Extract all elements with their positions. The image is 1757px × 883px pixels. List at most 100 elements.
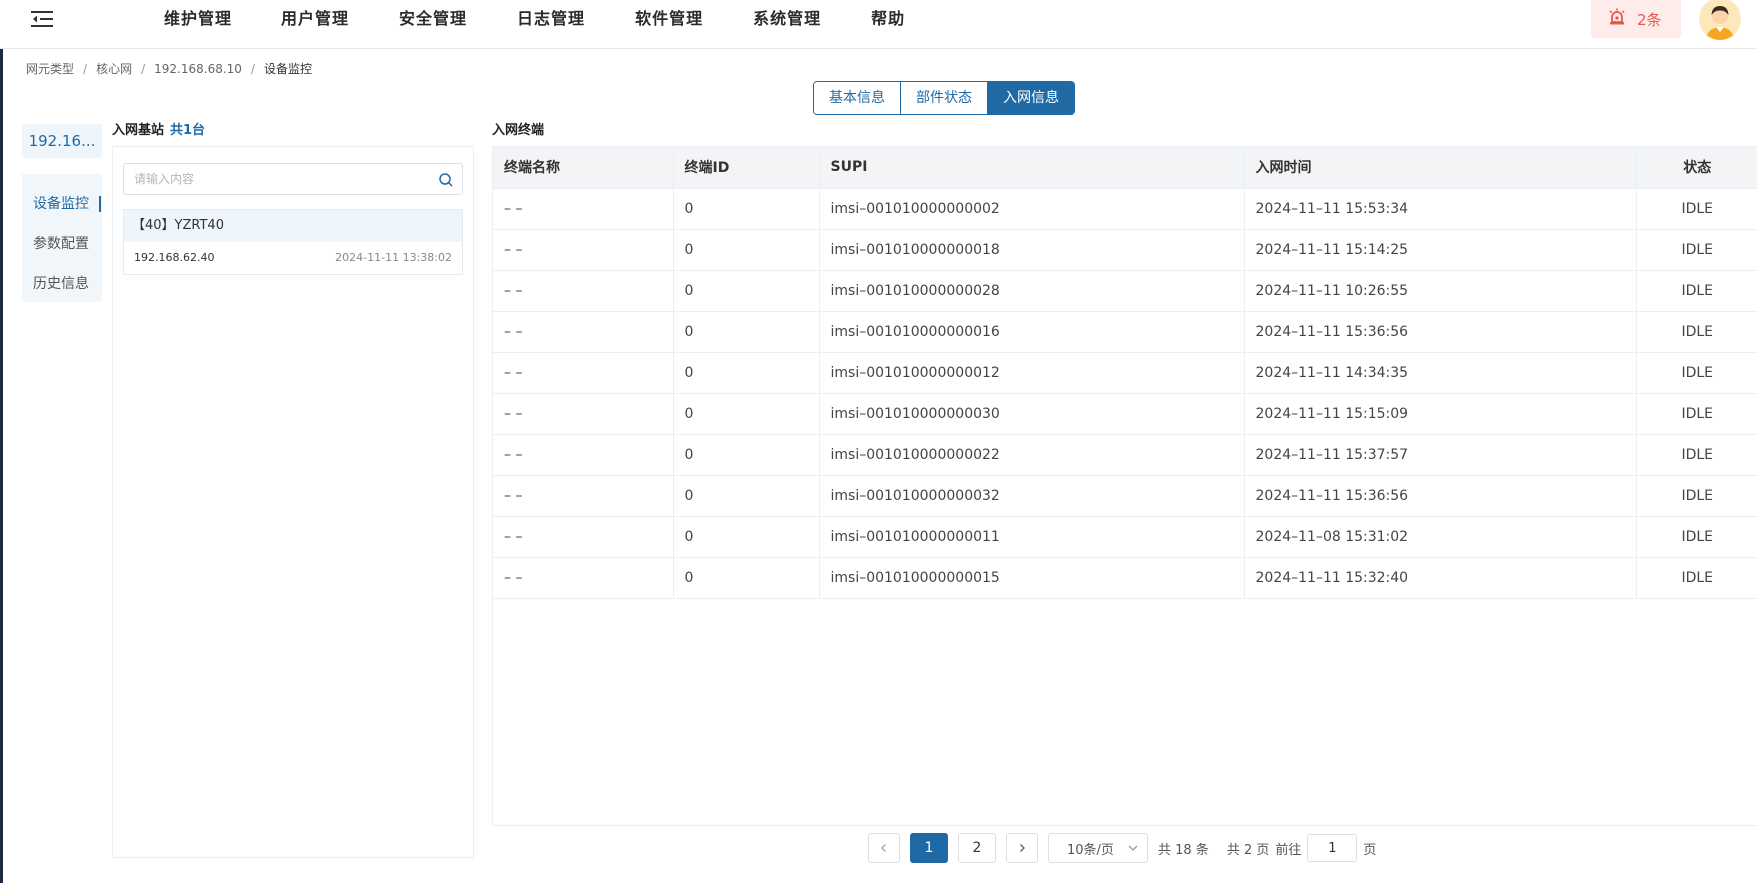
cell-terminal-name: – – bbox=[493, 352, 674, 394]
cell-access-time: 2024–11–08 15:31:02 bbox=[1244, 516, 1637, 558]
info-tabs: 基本信息 部件状态 入网信息 bbox=[813, 81, 1075, 115]
sidenav-item-device-monitor[interactable]: 设备监控 bbox=[22, 184, 102, 224]
menu-collapse-icon[interactable] bbox=[30, 8, 56, 30]
cell-access-time: 2024–11–11 15:36:56 bbox=[1244, 311, 1637, 353]
chevron-down-icon bbox=[1128, 845, 1138, 851]
cell-access-time: 2024–11–11 15:37:57 bbox=[1244, 434, 1637, 476]
table-row: – –0 imsi–001010000000002 2024–11–11 15:53… bbox=[493, 188, 1757, 230]
table-row: – –0 imsi–001010000000011 2024–11–08 15:31… bbox=[493, 516, 1757, 558]
cell-terminal-id: 0 bbox=[673, 270, 820, 312]
cell-status: IDLE bbox=[1636, 270, 1757, 312]
page-size-value: 10条/页 bbox=[1067, 842, 1114, 858]
chevron-left-icon bbox=[881, 844, 886, 852]
nav-item-security[interactable]: 安全管理 bbox=[399, 0, 467, 38]
nav-item-users[interactable]: 用户管理 bbox=[281, 0, 349, 38]
nav-item-help[interactable]: 帮助 bbox=[871, 0, 905, 38]
nav-item-software[interactable]: 软件管理 bbox=[635, 0, 703, 38]
cell-status: IDLE bbox=[1636, 516, 1757, 558]
terminals-title: 入网终端 bbox=[492, 123, 545, 138]
cell-terminal-name: – – bbox=[493, 229, 674, 271]
cell-terminal-name: – – bbox=[493, 311, 674, 353]
column-header: 入网时间 bbox=[1244, 147, 1637, 189]
table-row: – –0 imsi–001010000000032 2024–11–11 15:36… bbox=[493, 475, 1757, 517]
cell-access-time: 2024–11–11 15:32:40 bbox=[1244, 557, 1637, 599]
table-row: – –0 imsi–001010000000022 2024–11–11 15:37… bbox=[493, 434, 1757, 476]
device-label[interactable]: 192.16... bbox=[22, 124, 102, 158]
prev-page-button[interactable] bbox=[868, 833, 900, 863]
search-icon[interactable] bbox=[438, 172, 454, 188]
cell-supi: imsi–001010000000015 bbox=[819, 557, 1245, 599]
window-edge bbox=[0, 0, 3, 883]
table-row: – –0 imsi–001010000000018 2024–11–11 15:14… bbox=[493, 229, 1757, 271]
cell-access-time: 2024–11–11 15:14:25 bbox=[1244, 229, 1637, 271]
alarm-button[interactable]: 2条 bbox=[1591, 0, 1681, 38]
total-count: 共 18 条 bbox=[1158, 842, 1209, 858]
cell-supi: imsi–001010000000022 bbox=[819, 434, 1245, 476]
side-nav: 设备监控 参数配置 历史信息 bbox=[22, 174, 102, 302]
breadcrumb-separator: / bbox=[83, 61, 88, 76]
cell-terminal-id: 0 bbox=[673, 434, 820, 476]
cell-supi: imsi–001010000000011 bbox=[819, 516, 1245, 558]
breadcrumb-current: 设备监控 bbox=[263, 62, 312, 76]
breadcrumb-item[interactable]: 网元类型 bbox=[26, 60, 74, 77]
cell-supi: imsi–001010000000016 bbox=[819, 311, 1245, 353]
table-row: – –0 imsi–001010000000030 2024–11–11 15:15… bbox=[493, 393, 1757, 435]
breadcrumb-item[interactable]: 192.168.68.10 bbox=[154, 62, 242, 76]
cell-terminal-name: – – bbox=[493, 270, 674, 312]
table-row: – –0 imsi–001010000000016 2024–11–11 15:36… bbox=[493, 311, 1757, 353]
breadcrumb-separator: / bbox=[250, 61, 255, 76]
cell-access-time: 2024–11–11 10:26:55 bbox=[1244, 270, 1637, 312]
cell-status: IDLE bbox=[1636, 475, 1757, 517]
tab-network-access-info[interactable]: 入网信息 bbox=[988, 82, 1074, 114]
cell-terminal-id: 0 bbox=[673, 557, 820, 599]
terminals-table-wrap: 终端名称 终端ID SUPI 入网时间 状态 – –0 imsi–00101000… bbox=[492, 146, 1757, 826]
cell-status: IDLE bbox=[1636, 229, 1757, 271]
table-row: – –0 imsi–001010000000028 2024–11–11 10:26… bbox=[493, 270, 1757, 312]
cell-terminal-name: – – bbox=[493, 557, 674, 599]
tab-basic-info[interactable]: 基本信息 bbox=[814, 82, 901, 114]
base-station-card[interactable]: 【40】YZRT40 192.168.62.40 2024-11-11 13:3… bbox=[123, 209, 463, 275]
goto-page-input[interactable] bbox=[1307, 834, 1358, 862]
column-header: SUPI bbox=[819, 147, 1245, 189]
chevron-right-icon bbox=[1020, 844, 1025, 852]
search-input[interactable] bbox=[124, 164, 424, 194]
base-station-name: 【40】YZRT40 bbox=[124, 210, 462, 242]
column-header: 状态 bbox=[1636, 147, 1757, 189]
terminals-table: 终端名称 终端ID SUPI 入网时间 状态 – –0 imsi–00101000… bbox=[493, 147, 1757, 599]
nav-item-system[interactable]: 系统管理 bbox=[753, 0, 821, 38]
cell-supi: imsi–001010000000032 bbox=[819, 475, 1245, 517]
cell-terminal-name: – – bbox=[493, 188, 674, 230]
sidenav-item-history[interactable]: 历史信息 bbox=[22, 264, 102, 304]
page-button-2[interactable]: 2 bbox=[958, 833, 996, 863]
base-station-title-text: 入网基站 bbox=[112, 123, 165, 138]
tab-component-status[interactable]: 部件状态 bbox=[901, 82, 988, 114]
nav-item-logs[interactable]: 日志管理 bbox=[517, 0, 585, 38]
cell-supi: imsi–001010000000028 bbox=[819, 270, 1245, 312]
cell-supi: imsi–001010000000002 bbox=[819, 188, 1245, 230]
cell-terminal-name: – – bbox=[493, 434, 674, 476]
cell-status: IDLE bbox=[1636, 393, 1757, 435]
sidenav-item-param-config[interactable]: 参数配置 bbox=[22, 224, 102, 264]
base-station-ip: 192.168.62.40 bbox=[134, 251, 215, 264]
main-nav: 维护管理 用户管理 安全管理 日志管理 软件管理 系统管理 帮助 bbox=[164, 0, 955, 38]
table-row: – –0 imsi–001010000000015 2024–11–11 15:32… bbox=[493, 557, 1757, 599]
cell-terminal-name: – – bbox=[493, 516, 674, 558]
goto-label: 前往 bbox=[1275, 842, 1302, 858]
table-header-row: 终端名称 终端ID SUPI 入网时间 状态 bbox=[493, 147, 1757, 189]
column-header: 终端名称 bbox=[493, 147, 674, 189]
column-header: 终端ID bbox=[673, 147, 820, 189]
breadcrumb: 网元类型 / 核心网 / 192.168.68.10 / 设备监控 bbox=[26, 60, 312, 77]
goto-suffix: 页 bbox=[1363, 842, 1377, 858]
cell-access-time: 2024–11–11 15:53:34 bbox=[1244, 188, 1637, 230]
page-size-select[interactable]: 10条/页 bbox=[1048, 833, 1148, 863]
breadcrumb-item[interactable]: 核心网 bbox=[96, 60, 132, 77]
page-button-1[interactable]: 1 bbox=[910, 833, 948, 863]
cell-supi: imsi–001010000000012 bbox=[819, 352, 1245, 394]
cell-terminal-id: 0 bbox=[673, 516, 820, 558]
nav-item-maintenance[interactable]: 维护管理 bbox=[164, 0, 232, 38]
user-avatar[interactable] bbox=[1699, 0, 1741, 40]
cell-access-time: 2024–11–11 14:34:35 bbox=[1244, 352, 1637, 394]
next-page-button[interactable] bbox=[1006, 833, 1038, 863]
cell-access-time: 2024–11–11 15:36:56 bbox=[1244, 475, 1637, 517]
pagination: 1 2 10条/页 共 18 条 共 2 页 前往 页 bbox=[868, 832, 1376, 864]
